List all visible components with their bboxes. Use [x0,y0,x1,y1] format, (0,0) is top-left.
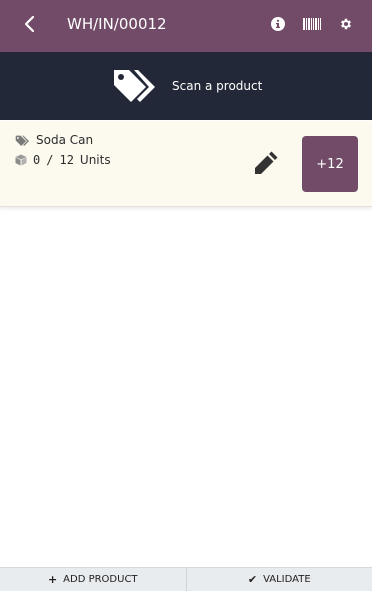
edit-line-button[interactable] [252,149,280,177]
scan-banner: Scan a product [0,52,372,120]
product-name: Soda Can [36,133,94,147]
header-actions [268,15,356,33]
qty-total: 12 [59,153,74,167]
validate-button[interactable]: ✔ VALIDATE [186,568,372,591]
barcode-button[interactable] [302,15,322,33]
product-row: Soda Can [15,133,93,147]
validate-label: VALIDATE [263,574,311,585]
page-title: WH/IN/00012 [67,15,167,33]
check-icon: ✔ [247,573,258,586]
settings-button[interactable] [336,15,356,33]
quantity-row: 0 / 12 Units [15,153,111,167]
chevron-left-icon [24,15,35,33]
bottom-actions: + ADD PRODUCT ✔ VALIDATE [0,567,372,591]
info-button[interactable] [268,15,288,33]
qty-separator: / [46,153,54,167]
cube-icon [15,154,27,166]
add-product-button[interactable]: + ADD PRODUCT [0,568,187,591]
tags-icon [114,70,155,102]
qty-done: 0 [33,153,41,167]
top-bar: WH/IN/00012 [0,0,372,52]
pencil-icon [255,151,278,174]
barcode-icon [303,18,321,30]
info-icon [271,17,285,31]
scan-instruction: Scan a product [172,79,263,93]
increment-qty-button[interactable]: +12 [302,136,358,192]
tags-icon [15,135,29,146]
uom-label: Units [79,153,111,167]
back-button[interactable] [18,12,42,36]
gear-icon [340,18,352,30]
move-line[interactable]: Soda Can 0 / 12 Units +12 [0,121,372,207]
add-product-label: ADD PRODUCT [63,574,138,585]
plus-icon: + [47,573,58,586]
